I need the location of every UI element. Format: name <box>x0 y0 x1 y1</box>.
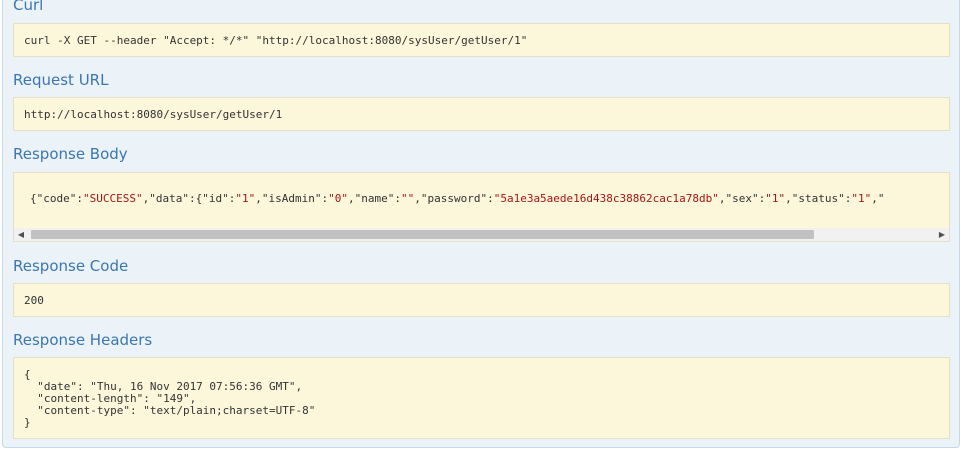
json-key: "sex" <box>725 192 759 205</box>
curl-command-text: curl -X GET --header "Accept: */*" "http… <box>24 34 528 47</box>
json-key: "status" <box>791 192 845 205</box>
json-key: "name" <box>354 192 395 205</box>
response-headers-text: { "date": "Thu, 16 Nov 2017 07:56:36 GMT… <box>24 368 316 429</box>
json-value: "5a1e3a5aede16d438c38862cac1a78db" <box>493 192 719 205</box>
json-value: "SUCCESS" <box>83 192 143 205</box>
json-value: "1" <box>851 192 872 205</box>
response-code-heading: Response Code <box>13 257 129 275</box>
json-key: "id" <box>202 192 229 205</box>
curl-command-box: curl -X GET --header "Accept: */*" "http… <box>13 23 950 57</box>
horizontal-scrollbar[interactable]: ◀ ▶ <box>14 228 949 241</box>
json-value: "1" <box>235 192 256 205</box>
curl-heading: Curl <box>13 0 44 14</box>
request-url-box: http://localhost:8080/sysUser/getUser/1 <box>13 97 950 131</box>
json-key: "code" <box>36 192 77 205</box>
json-key: "isAdmin" <box>261 192 322 205</box>
request-url-heading: Request URL <box>13 71 109 89</box>
json-key: "data" <box>149 192 189 205</box>
response-code-box: 200 <box>13 283 950 317</box>
response-headers-heading: Response Headers <box>13 331 153 349</box>
json-punct: { <box>30 192 37 205</box>
response-headers-box: { "date": "Thu, 16 Nov 2017 07:56:36 GMT… <box>13 357 950 439</box>
response-body-heading: Response Body <box>13 145 128 163</box>
response-code-text: 200 <box>24 294 44 307</box>
request-url-text: http://localhost:8080/sysUser/getUser/1 <box>24 108 283 121</box>
scrollbar-thumb[interactable] <box>31 230 814 239</box>
response-body-box[interactable]: {"code":"SUCCESS","data":{"id":"1","isAd… <box>13 172 950 242</box>
response-body-json: {"code":"SUCCESS","data":{"id":"1","isAd… <box>30 192 885 205</box>
json-value: "0" <box>328 192 348 205</box>
json-key: "password" <box>420 192 488 205</box>
json-value: "" <box>400 192 415 205</box>
scroll-right-icon[interactable]: ▶ <box>935 228 949 241</box>
json-value: "1" <box>765 192 786 205</box>
scroll-left-icon[interactable]: ◀ <box>14 228 28 241</box>
json-key: " <box>877 192 885 205</box>
